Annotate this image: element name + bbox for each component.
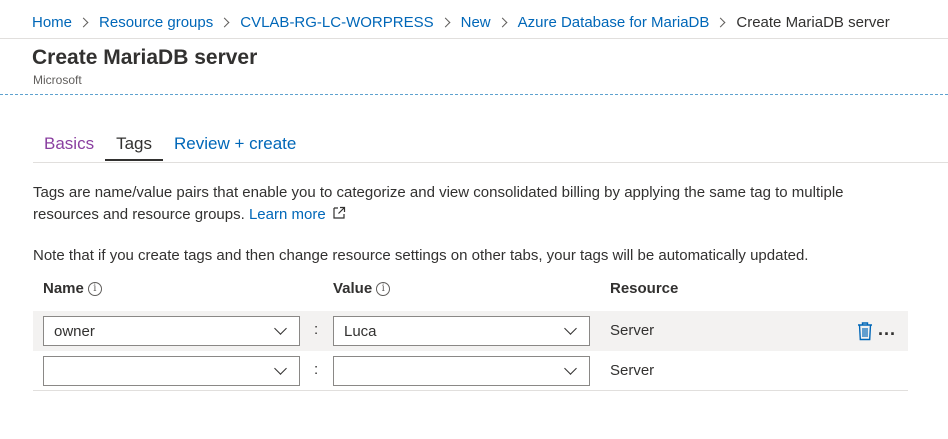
page-title: Create MariaDB server <box>32 46 258 69</box>
breadcrumb-new[interactable]: New <box>461 14 491 31</box>
chevron-down-icon <box>274 322 287 335</box>
tag-name-combobox[interactable] <box>43 356 300 386</box>
chevron-down-icon <box>564 322 577 335</box>
breadcrumb-resource-group[interactable]: CVLAB-RG-LC-WORPRESS <box>240 14 433 31</box>
value-column-header: Value i <box>333 280 391 297</box>
table-row: : Server <box>33 351 908 391</box>
breadcrumb-home[interactable]: Home <box>32 14 72 31</box>
tag-name-value: owner <box>54 322 95 340</box>
chevron-right-icon <box>219 17 230 27</box>
tag-value-value: Luca <box>344 322 377 340</box>
tags-note: Note that if you create tags and then ch… <box>33 247 809 264</box>
tag-name-combobox[interactable]: owner <box>43 316 300 346</box>
breadcrumb-azure-db-mariadb[interactable]: Azure Database for MariaDB <box>518 14 710 31</box>
chevron-right-icon <box>715 17 726 27</box>
resource-header-label: Resource <box>610 280 679 297</box>
tag-resource: Server <box>610 322 655 339</box>
chevron-right-icon <box>78 17 89 27</box>
name-header-label: Name <box>43 280 84 297</box>
tab-review-create[interactable]: Review + create <box>163 131 307 161</box>
name-value-separator: : <box>314 321 319 338</box>
learn-more-link[interactable]: Learn more <box>249 206 326 223</box>
info-icon[interactable]: i <box>376 281 391 296</box>
resource-column-header: Resource <box>610 280 678 297</box>
more-options-icon[interactable]: ... <box>878 319 896 340</box>
name-value-separator: : <box>314 361 319 378</box>
tag-value-combobox[interactable] <box>333 356 590 386</box>
tag-value-combobox[interactable]: Luca <box>333 316 590 346</box>
breadcrumb: Home Resource groups CVLAB-RG-LC-WORPRES… <box>32 12 890 32</box>
tag-resource: Server <box>610 362 655 379</box>
tab-tags[interactable]: Tags <box>105 131 163 161</box>
chevron-down-icon <box>564 362 577 375</box>
external-link-icon[interactable] <box>332 206 346 220</box>
info-icon[interactable]: i <box>87 281 102 296</box>
header-divider <box>0 38 948 39</box>
tabs-divider <box>33 162 948 163</box>
breadcrumb-resource-groups[interactable]: Resource groups <box>99 14 213 31</box>
chevron-right-icon <box>440 17 451 27</box>
chevron-down-icon <box>274 362 287 375</box>
tags-description: Tags are name/value pairs that enable yo… <box>33 182 903 226</box>
name-column-header: Name i <box>43 280 102 297</box>
tags-description-text: Tags are name/value pairs that enable yo… <box>33 184 844 223</box>
page-subtitle: Microsoft <box>33 73 82 87</box>
title-divider <box>0 94 948 95</box>
tab-basics[interactable]: Basics <box>33 131 105 161</box>
wizard-tabs: Basics Tags Review + create <box>33 131 307 163</box>
breadcrumb-current: Create MariaDB server <box>736 13 890 31</box>
chevron-right-icon <box>497 17 508 27</box>
value-header-label: Value <box>333 280 373 297</box>
table-row: owner : Luca Server ... <box>33 311 908 351</box>
trash-icon[interactable] <box>856 321 874 341</box>
